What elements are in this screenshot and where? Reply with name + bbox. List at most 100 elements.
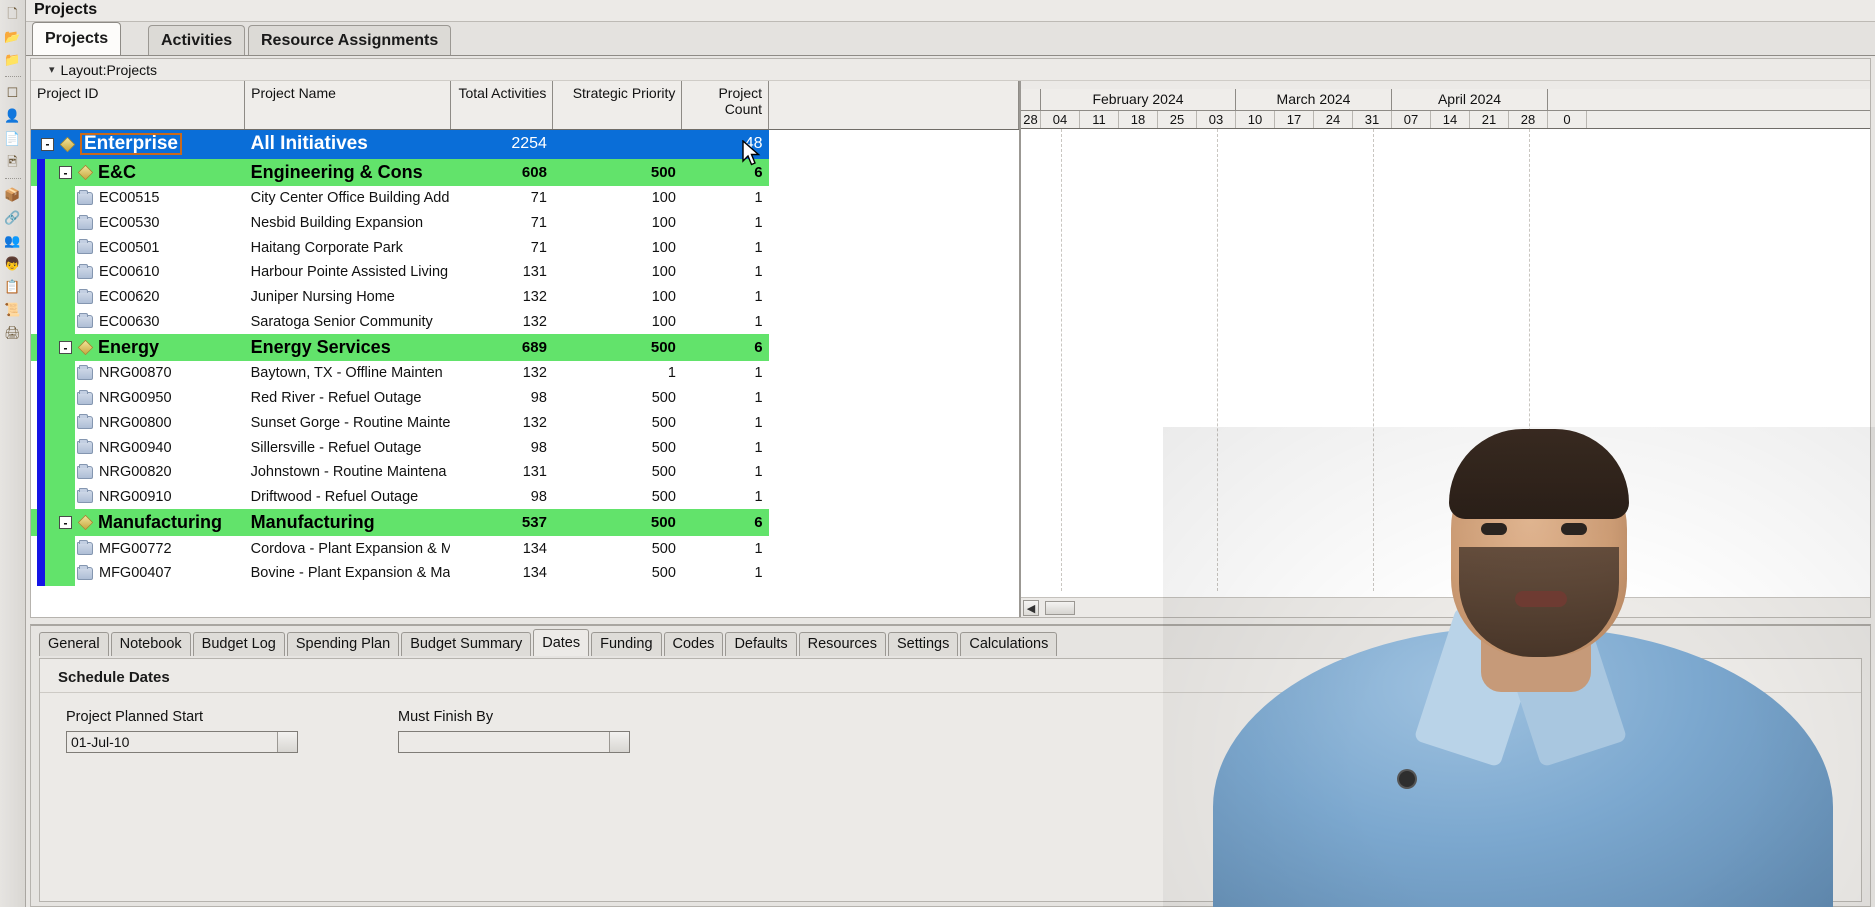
window-icon[interactable]: ☐ [3, 83, 23, 103]
left-toolbar-rail[interactable]: 🗋 📂 📁 ☐ 👤 📄 🖻 📦 🔗 👥 👦 📋 📜 🖨 [0, 0, 26, 907]
cell-project-id[interactable]: - Energy [31, 334, 245, 362]
cell-project-name[interactable]: Manufacturing [244, 509, 451, 537]
cell-project-name[interactable]: Haitang Corporate Park [244, 235, 451, 261]
project-planned-start-input[interactable]: 01-Jul-10 [66, 731, 298, 753]
cell-total-activities[interactable]: 537 [450, 509, 553, 537]
table-row[interactable]: MFG00407 Bovine - Plant Expansion & Ma 134… [31, 560, 1019, 586]
cell-strategic-priority[interactable]: 500 [552, 385, 682, 411]
cell-project-id[interactable]: NRG00950 [31, 385, 245, 411]
cell-strategic-priority[interactable]: 500 [552, 536, 682, 561]
cell-project-id[interactable]: EC00515 [31, 186, 245, 211]
cell-project-count[interactable]: 48 [681, 129, 769, 159]
detail-tab-funding[interactable]: Funding [591, 632, 662, 656]
cell-project-count[interactable]: 1 [681, 385, 769, 411]
cell-project-id[interactable]: - Manufacturing [31, 509, 245, 537]
assign-icon[interactable]: 👥 [3, 231, 23, 251]
cell-strategic-priority[interactable]: 500 [552, 410, 682, 436]
cell-project-count[interactable]: 1 [681, 210, 769, 236]
cell-project-count[interactable]: 6 [681, 334, 769, 362]
table-row[interactable]: NRG00800 Sunset Gorge - Routine Mainte 132… [31, 410, 1019, 436]
cell-project-name[interactable]: Saratoga Senior Community [244, 309, 451, 335]
edit-folder-icon[interactable]: 📁 [3, 50, 23, 70]
detail-tab-dates[interactable]: Dates [533, 629, 590, 656]
cell-strategic-priority[interactable]: 100 [552, 235, 682, 261]
resource-curve-icon[interactable]: 🔗 [3, 208, 23, 228]
scrollbar-thumb[interactable] [1045, 600, 1075, 615]
print-icon[interactable]: 🖨 [3, 323, 23, 343]
detail-tab-spending-plan[interactable]: Spending Plan [286, 632, 400, 656]
cell-project-id[interactable]: EC00501 [31, 235, 245, 261]
table-row[interactable]: NRG00870 Baytown, TX - Offline Mainten 132… [31, 361, 1019, 386]
cell-strategic-priority[interactable]: 500 [552, 159, 682, 186]
cell-project-name[interactable]: Driftwood - Refuel Outage [244, 484, 451, 510]
tab-activities[interactable]: Activities [148, 25, 246, 55]
report-icon[interactable]: 📄 [3, 129, 23, 149]
column-header-project-count[interactable]: Project Count [681, 81, 770, 130]
cell-project-id[interactable]: MFG00772 [31, 536, 245, 561]
cell-total-activities[interactable]: 131 [450, 459, 553, 485]
must-finish-by-input[interactable] [398, 731, 630, 753]
cell-project-id[interactable]: EC00620 [31, 284, 245, 310]
table-row[interactable]: - Manufacturing Manufacturing 537 500 6 [31, 509, 1019, 537]
cell-project-id[interactable]: MFG00407 [31, 560, 245, 586]
cell-project-count[interactable]: 1 [681, 309, 769, 335]
row-expander-icon[interactable]: - [41, 137, 54, 151]
table-row[interactable]: - E&C Engineering & Cons 608 500 6 [31, 159, 1019, 186]
cell-total-activities[interactable]: 98 [450, 435, 553, 460]
tab-projects[interactable]: Projects [32, 22, 122, 55]
cell-strategic-priority[interactable]: 100 [552, 260, 682, 285]
table-row[interactable]: MFG00772 Cordova - Plant Expansion & M 134… [31, 536, 1019, 561]
cell-project-id[interactable]: - E&C [31, 159, 245, 186]
cell-project-count[interactable]: 6 [681, 509, 769, 537]
cell-total-activities[interactable]: 71 [450, 186, 553, 211]
row-expander-icon[interactable]: - [59, 166, 72, 179]
cell-project-id[interactable]: - Enterprise [31, 129, 245, 159]
cell-project-name[interactable]: City Center Office Building Add [244, 186, 451, 211]
image-report-icon[interactable]: 🖻 [3, 152, 23, 172]
user-icon[interactable]: 👤 [3, 106, 23, 126]
gantt-bars-area[interactable] [1021, 129, 1870, 591]
detail-tab-notebook[interactable]: Notebook [110, 632, 191, 656]
column-header-strategic-priority[interactable]: Strategic Priority [552, 81, 683, 130]
calendar-picker-icon[interactable] [277, 732, 297, 752]
table-row[interactable]: NRG00820 Johnstown - Routine Maintena 131 5… [31, 459, 1019, 485]
cell-total-activities[interactable]: 2254 [450, 129, 553, 159]
calendar-picker-icon[interactable] [609, 732, 629, 752]
table-row[interactable]: - Energy Energy Services 689 500 6 [31, 334, 1019, 362]
detail-tab-resources[interactable]: Resources [798, 632, 886, 656]
cell-total-activities[interactable]: 134 [450, 560, 553, 586]
layout-bar[interactable]: ▾ Layout:Projects [31, 59, 1870, 81]
cell-strategic-priority[interactable]: 500 [552, 560, 682, 586]
cell-project-name[interactable]: Harbour Pointe Assisted Living [244, 260, 451, 285]
document-icon[interactable]: 📜 [3, 300, 23, 320]
detail-tab-budget-log[interactable]: Budget Log [192, 632, 285, 656]
detail-tab-general[interactable]: General [39, 632, 109, 656]
cell-project-id[interactable]: EC00610 [31, 260, 245, 285]
detail-tab-settings[interactable]: Settings [887, 632, 959, 656]
cell-project-count[interactable]: 1 [681, 560, 769, 586]
team-icon[interactable]: 👦 [3, 254, 23, 274]
cell-total-activities[interactable]: 132 [450, 361, 553, 386]
chevron-down-icon[interactable]: ▾ [49, 63, 55, 76]
table-row[interactable]: EC00620 Juniper Nursing Home 132 100 1 [31, 284, 1019, 310]
cell-total-activities[interactable]: 132 [450, 410, 553, 436]
cell-strategic-priority[interactable]: 500 [552, 509, 682, 537]
cell-project-name[interactable]: Energy Services [244, 334, 451, 362]
cell-project-name[interactable]: Nesbid Building Expansion [244, 210, 451, 236]
cell-total-activities[interactable]: 131 [450, 260, 553, 285]
cell-project-name[interactable]: Juniper Nursing Home [244, 284, 451, 310]
table-row[interactable]: EC00610 Harbour Pointe Assisted Living 131… [31, 260, 1019, 285]
cell-project-count[interactable]: 1 [681, 410, 769, 436]
cell-project-id[interactable]: NRG00940 [31, 435, 245, 460]
row-expander-icon[interactable]: - [59, 516, 72, 530]
table-row[interactable]: EC00530 Nesbid Building Expansion 71 100 1 [31, 210, 1019, 236]
table-row[interactable]: NRG00940 Sillersville - Refuel Outage 98 50… [31, 435, 1019, 460]
cell-project-name[interactable]: Engineering & Cons [244, 159, 451, 186]
cell-project-name[interactable]: Bovine - Plant Expansion & Ma [244, 560, 451, 586]
cell-project-count[interactable]: 1 [681, 536, 769, 561]
cell-project-name[interactable]: Baytown, TX - Offline Mainten [244, 361, 451, 386]
cell-strategic-priority[interactable]: 100 [552, 309, 682, 335]
cell-strategic-priority[interactable]: 500 [552, 435, 682, 460]
table-row[interactable]: EC00501 Haitang Corporate Park 71 100 1 [31, 235, 1019, 261]
cell-strategic-priority[interactable]: 500 [552, 459, 682, 485]
